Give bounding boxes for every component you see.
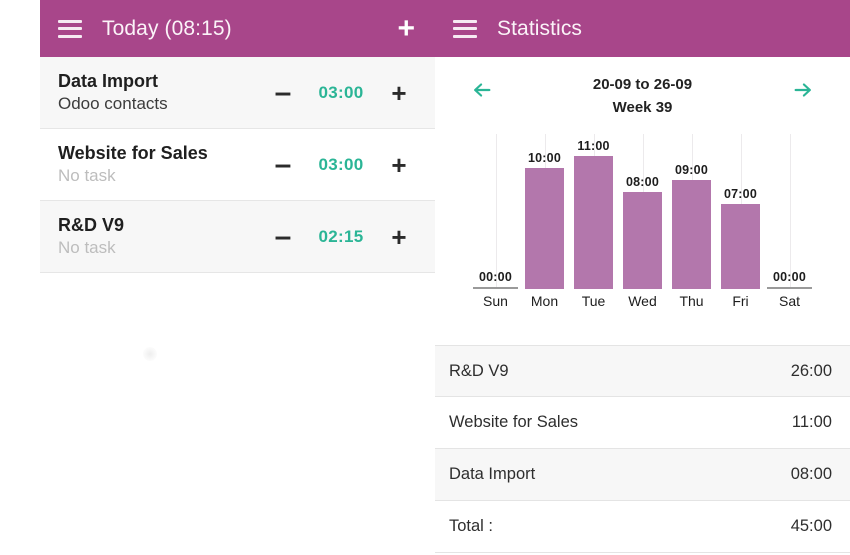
increment-button[interactable]: + [377, 80, 421, 106]
task-row[interactable]: Data Import Odoo contacts – 03:00 + [40, 57, 435, 129]
task-texts: Data Import Odoo contacts [58, 71, 261, 113]
chart-bar-column: 00:00 [765, 133, 814, 289]
task-controls: – 03:00 + [261, 77, 421, 108]
task-subtitle: No task [58, 238, 116, 258]
chart-bar-value-label: 09:00 [675, 162, 708, 177]
table-row[interactable]: Website for Sales 11:00 [435, 397, 850, 449]
project-hours: 26:00 [790, 361, 832, 380]
total-hours: 45:00 [790, 517, 832, 535]
week-navigator: 20-09 to 26-09 Week 39 [435, 57, 850, 126]
task-row[interactable]: Website for Sales No task – 03:00 + [40, 129, 435, 201]
chart-bar-value-label: 07:00 [724, 186, 757, 201]
chart-x-tick: Thu [679, 292, 704, 309]
chart-x-tick: Tue [581, 292, 606, 309]
chart-bar-column: 10:00 [520, 133, 569, 289]
decrement-button[interactable]: – [261, 149, 305, 180]
total-label: Total : [449, 517, 494, 535]
chart-bar-column: 11:00 [569, 133, 618, 289]
chart-x-tick: Sat [778, 292, 800, 309]
week-range: 20-09 to 26-09 [592, 76, 693, 93]
statistics-title: Statistics [497, 16, 583, 40]
project-name: Data Import [449, 465, 536, 483]
task-texts: Website for Sales No task [58, 143, 261, 185]
chart-x-tick: Sun [483, 292, 508, 309]
today-panel: Today (08:15) + Data Import Odoo contact… [40, 0, 435, 555]
chart-gridline [495, 133, 497, 289]
chart-plot-area: 00:00 10:00 11:00 08:00 09:00 07:00 00:00 [471, 133, 814, 289]
today-appbar: Today (08:15) + [40, 0, 435, 57]
chart-x-axis: Sun Mon Tue Wed Thu Fri Sat [471, 289, 814, 314]
decrement-button[interactable]: – [261, 221, 305, 252]
chart-bar-value-label: 00:00 [479, 269, 512, 284]
hamburger-menu-icon[interactable] [58, 19, 82, 38]
chart-x-tick: Mon [530, 292, 559, 309]
increment-button[interactable]: + [377, 152, 421, 178]
chart-bar-column: 09:00 [667, 133, 716, 289]
task-controls: – 03:00 + [261, 149, 421, 180]
chart-bar [472, 286, 519, 289]
arrow-right-icon[interactable] [790, 77, 816, 103]
task-name: Website for Sales [58, 143, 208, 164]
task-controls: – 02:15 + [261, 221, 421, 252]
project-hours: 08:00 [790, 465, 832, 483]
chart-gridline [789, 133, 791, 289]
chart-bar [623, 191, 662, 289]
app-root: Today (08:15) + Data Import Odoo contact… [0, 0, 850, 555]
weekly-hours-bar-chart: 00:00 10:00 11:00 08:00 09:00 07:00 00:00 Sun M… [471, 133, 814, 314]
week-label-block: 20-09 to 26-09 Week 39 [495, 73, 790, 120]
project-name: Website for Sales [449, 413, 579, 431]
chart-bar [766, 286, 813, 289]
project-hours: 11:00 [791, 413, 832, 431]
statistics-appbar: Statistics [435, 0, 850, 57]
chart-bar [721, 203, 760, 289]
task-subtitle: No task [58, 166, 116, 186]
task-duration: 02:15 [318, 226, 364, 246]
chart-bar-column: 08:00 [618, 133, 667, 289]
chart-bar [574, 155, 613, 289]
loading-dot-artifact [143, 347, 157, 361]
chart-bar-value-label: 00:00 [773, 269, 806, 284]
task-list: Data Import Odoo contacts – 03:00 + Webs… [40, 57, 435, 273]
project-totals-table: R&D V9 26:00 Website for Sales 11:00 Dat… [435, 345, 850, 553]
chart-bar-value-label: 11:00 [577, 138, 610, 153]
task-name: Data Import [58, 71, 159, 92]
project-name: R&D V9 [449, 361, 509, 380]
task-name: R&D V9 [58, 215, 125, 236]
task-texts: R&D V9 No task [58, 215, 261, 257]
chart-bar-column: 07:00 [716, 133, 765, 289]
chart-bar-value-label: 10:00 [528, 150, 561, 165]
chart-x-tick: Wed [628, 292, 657, 309]
table-row[interactable]: Data Import 08:00 [435, 449, 850, 501]
chart-bar [672, 179, 711, 289]
today-title: Today (08:15) [102, 16, 232, 40]
total-row: Total : 45:00 [435, 501, 850, 553]
decrement-button[interactable]: – [261, 77, 305, 108]
chart-bar-column: 00:00 [471, 133, 520, 289]
chart-bar-value-label: 08:00 [626, 174, 659, 189]
arrow-left-icon[interactable] [469, 77, 495, 103]
add-task-button[interactable]: + [395, 13, 417, 44]
task-subtitle: Odoo contacts [58, 94, 168, 114]
hamburger-menu-icon[interactable] [453, 19, 477, 38]
task-row[interactable]: R&D V9 No task – 02:15 + [40, 201, 435, 273]
table-row[interactable]: R&D V9 26:00 [435, 345, 850, 397]
chart-bar [525, 167, 564, 289]
task-duration: 03:00 [318, 154, 364, 174]
task-duration: 03:00 [318, 82, 364, 102]
chart-x-tick: Fri [732, 292, 749, 309]
increment-button[interactable]: + [377, 224, 421, 250]
statistics-panel: Statistics 20-09 to 26-09 Week 39 00:00 1… [435, 0, 850, 555]
week-number: Week 39 [612, 99, 673, 117]
